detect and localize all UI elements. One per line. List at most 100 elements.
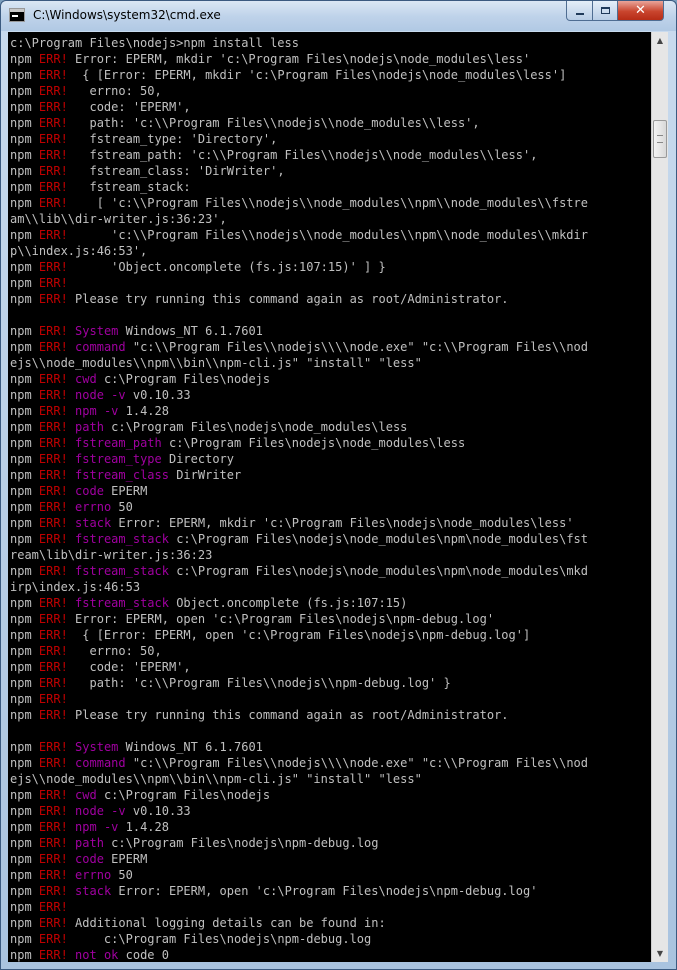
console-line: npm ERR! Additional logging details can …	[10, 915, 651, 931]
console-text: [ 'c:\\Program Files\\nodejs\\node_modul…	[67, 196, 588, 210]
maximize-button[interactable]	[592, 1, 618, 21]
err-tag: ERR!	[38, 436, 68, 450]
console-line: npm ERR! code: 'EPERM',	[10, 99, 651, 115]
err-tag: ERR!	[38, 420, 68, 434]
console-text: fstream_path: 'c:\\Program Files\\nodejs…	[67, 148, 538, 162]
console-line: npm ERR! stack Error: EPERM, mkdir 'c:\P…	[10, 515, 651, 531]
console-text: npm	[10, 660, 39, 674]
console-text: DirWriter	[168, 468, 242, 482]
console-line: npm ERR! Error: EPERM, mkdir 'c:\Program…	[10, 51, 651, 67]
err-key: errno	[75, 868, 112, 882]
err-tag: ERR!	[38, 708, 68, 722]
console-text: npm	[10, 868, 39, 882]
console-text: c:\Program Files\nodejs\node_modules\npm…	[168, 532, 588, 546]
console-line: npm ERR! { [Error: EPERM, mkdir 'c:\Prog…	[10, 67, 651, 83]
err-key: command	[75, 340, 126, 354]
console-text: p\\index.js:46:53',	[10, 244, 148, 258]
console-text: fstream_class: 'DirWriter',	[67, 164, 285, 178]
console-line: npm ERR! System Windows_NT 6.1.7601	[10, 323, 651, 339]
err-tag: ERR!	[38, 388, 68, 402]
err-tag: ERR!	[38, 660, 68, 674]
err-key: fstream_class	[75, 468, 169, 482]
console-line: npm ERR! errno: 50,	[10, 83, 651, 99]
scroll-up-button[interactable]: ▲	[652, 32, 668, 49]
err-tag: ERR!	[38, 52, 68, 66]
console-line: npm ERR! [ 'c:\\Program Files\\nodejs\\n…	[10, 195, 651, 211]
console-text: npm	[10, 820, 39, 834]
console-text: npm	[10, 260, 39, 274]
console-text: npm	[10, 708, 39, 722]
console-line: npm ERR! cwd c:\Program Files\nodejs	[10, 787, 651, 803]
console-text: 'Object.oncomplete (fs.js:107:15)' ] }	[67, 260, 386, 274]
console-line: npm ERR! errno 50	[10, 867, 651, 883]
title-bar[interactable]: C:\Windows\system32\cmd.exe ✕	[1, 1, 676, 31]
console-line: npm ERR! stack Error: EPERM, open 'c:\Pr…	[10, 883, 651, 899]
err-tag: ERR!	[38, 260, 68, 274]
err-key: fstream_stack	[75, 564, 169, 578]
console-line: npm ERR! fstream_type: 'Directory',	[10, 131, 651, 147]
console-line: npm ERR! fstream_path c:\Program Files\n…	[10, 435, 651, 451]
console-text: npm	[10, 84, 39, 98]
err-tag: ERR!	[38, 84, 68, 98]
console-text: npm	[10, 628, 39, 642]
scroll-down-button[interactable]: ▼	[652, 945, 668, 962]
vertical-scrollbar[interactable]: ▲ ▼	[651, 32, 668, 962]
console-text: npm	[10, 788, 39, 802]
console-text: Please try running this command again as…	[67, 708, 509, 722]
err-tag: ERR!	[38, 484, 68, 498]
err-key: node -v	[75, 388, 126, 402]
close-button[interactable]: ✕	[617, 1, 664, 21]
minimize-button[interactable]	[566, 1, 593, 21]
console-text: npm	[10, 468, 39, 482]
console-line: npm ERR! command "c:\\Program Files\\nod…	[10, 755, 651, 771]
console-lines: c:\Program Files\nodejs>npm install less…	[8, 32, 651, 962]
console-text: ejs\\node_modules\\npm\\bin\\npm-cli.js"…	[10, 772, 422, 786]
err-tag: ERR!	[38, 180, 68, 194]
console-text: Directory	[161, 452, 234, 466]
console-text: npm	[10, 740, 39, 754]
err-key: cwd	[75, 788, 97, 802]
err-tag: ERR!	[38, 948, 68, 962]
err-tag: ERR!	[38, 372, 68, 386]
console-text: c:\Program Files\nodejs\node_modules\les…	[103, 420, 408, 434]
console-line: npm ERR! path: 'c:\\Program Files\\nodej…	[10, 115, 651, 131]
console-line: npm ERR! cwd c:\Program Files\nodejs	[10, 371, 651, 387]
console-text: npm	[10, 500, 39, 514]
console-text: ream\lib\dir-writer.js:36:23	[10, 548, 213, 562]
console-line: npm ERR! Please try running this command…	[10, 707, 651, 723]
console-text: 1.4.28	[118, 404, 169, 418]
console-text: npm	[10, 804, 39, 818]
err-key: fstream_stack	[75, 532, 169, 546]
err-tag: ERR!	[38, 132, 68, 146]
err-key: code	[75, 484, 104, 498]
cmd-icon[interactable]	[9, 8, 25, 22]
err-tag: ERR!	[38, 164, 68, 178]
console-line: npm ERR! fstream_class: 'DirWriter',	[10, 163, 651, 179]
console-line: npm ERR! errno 50	[10, 499, 651, 515]
console-text: Error: EPERM, open 'c:\Program Files\nod…	[67, 612, 495, 626]
console-output[interactable]: c:\Program Files\nodejs>npm install less…	[8, 32, 651, 962]
console-line: npm ERR! fstream_stack c:\Program Files\…	[10, 531, 651, 547]
console-line: npm ERR! Please try running this command…	[10, 291, 651, 307]
err-tag: ERR!	[38, 900, 68, 914]
console-text: npm	[10, 484, 39, 498]
console-text: v0.10.33	[125, 804, 191, 818]
console-text: Object.oncomplete (fs.js:107:15)	[168, 596, 408, 610]
console-text: fstream_stack:	[67, 180, 191, 194]
scrollbar-thumb[interactable]	[653, 120, 667, 158]
err-tag: ERR!	[38, 756, 68, 770]
